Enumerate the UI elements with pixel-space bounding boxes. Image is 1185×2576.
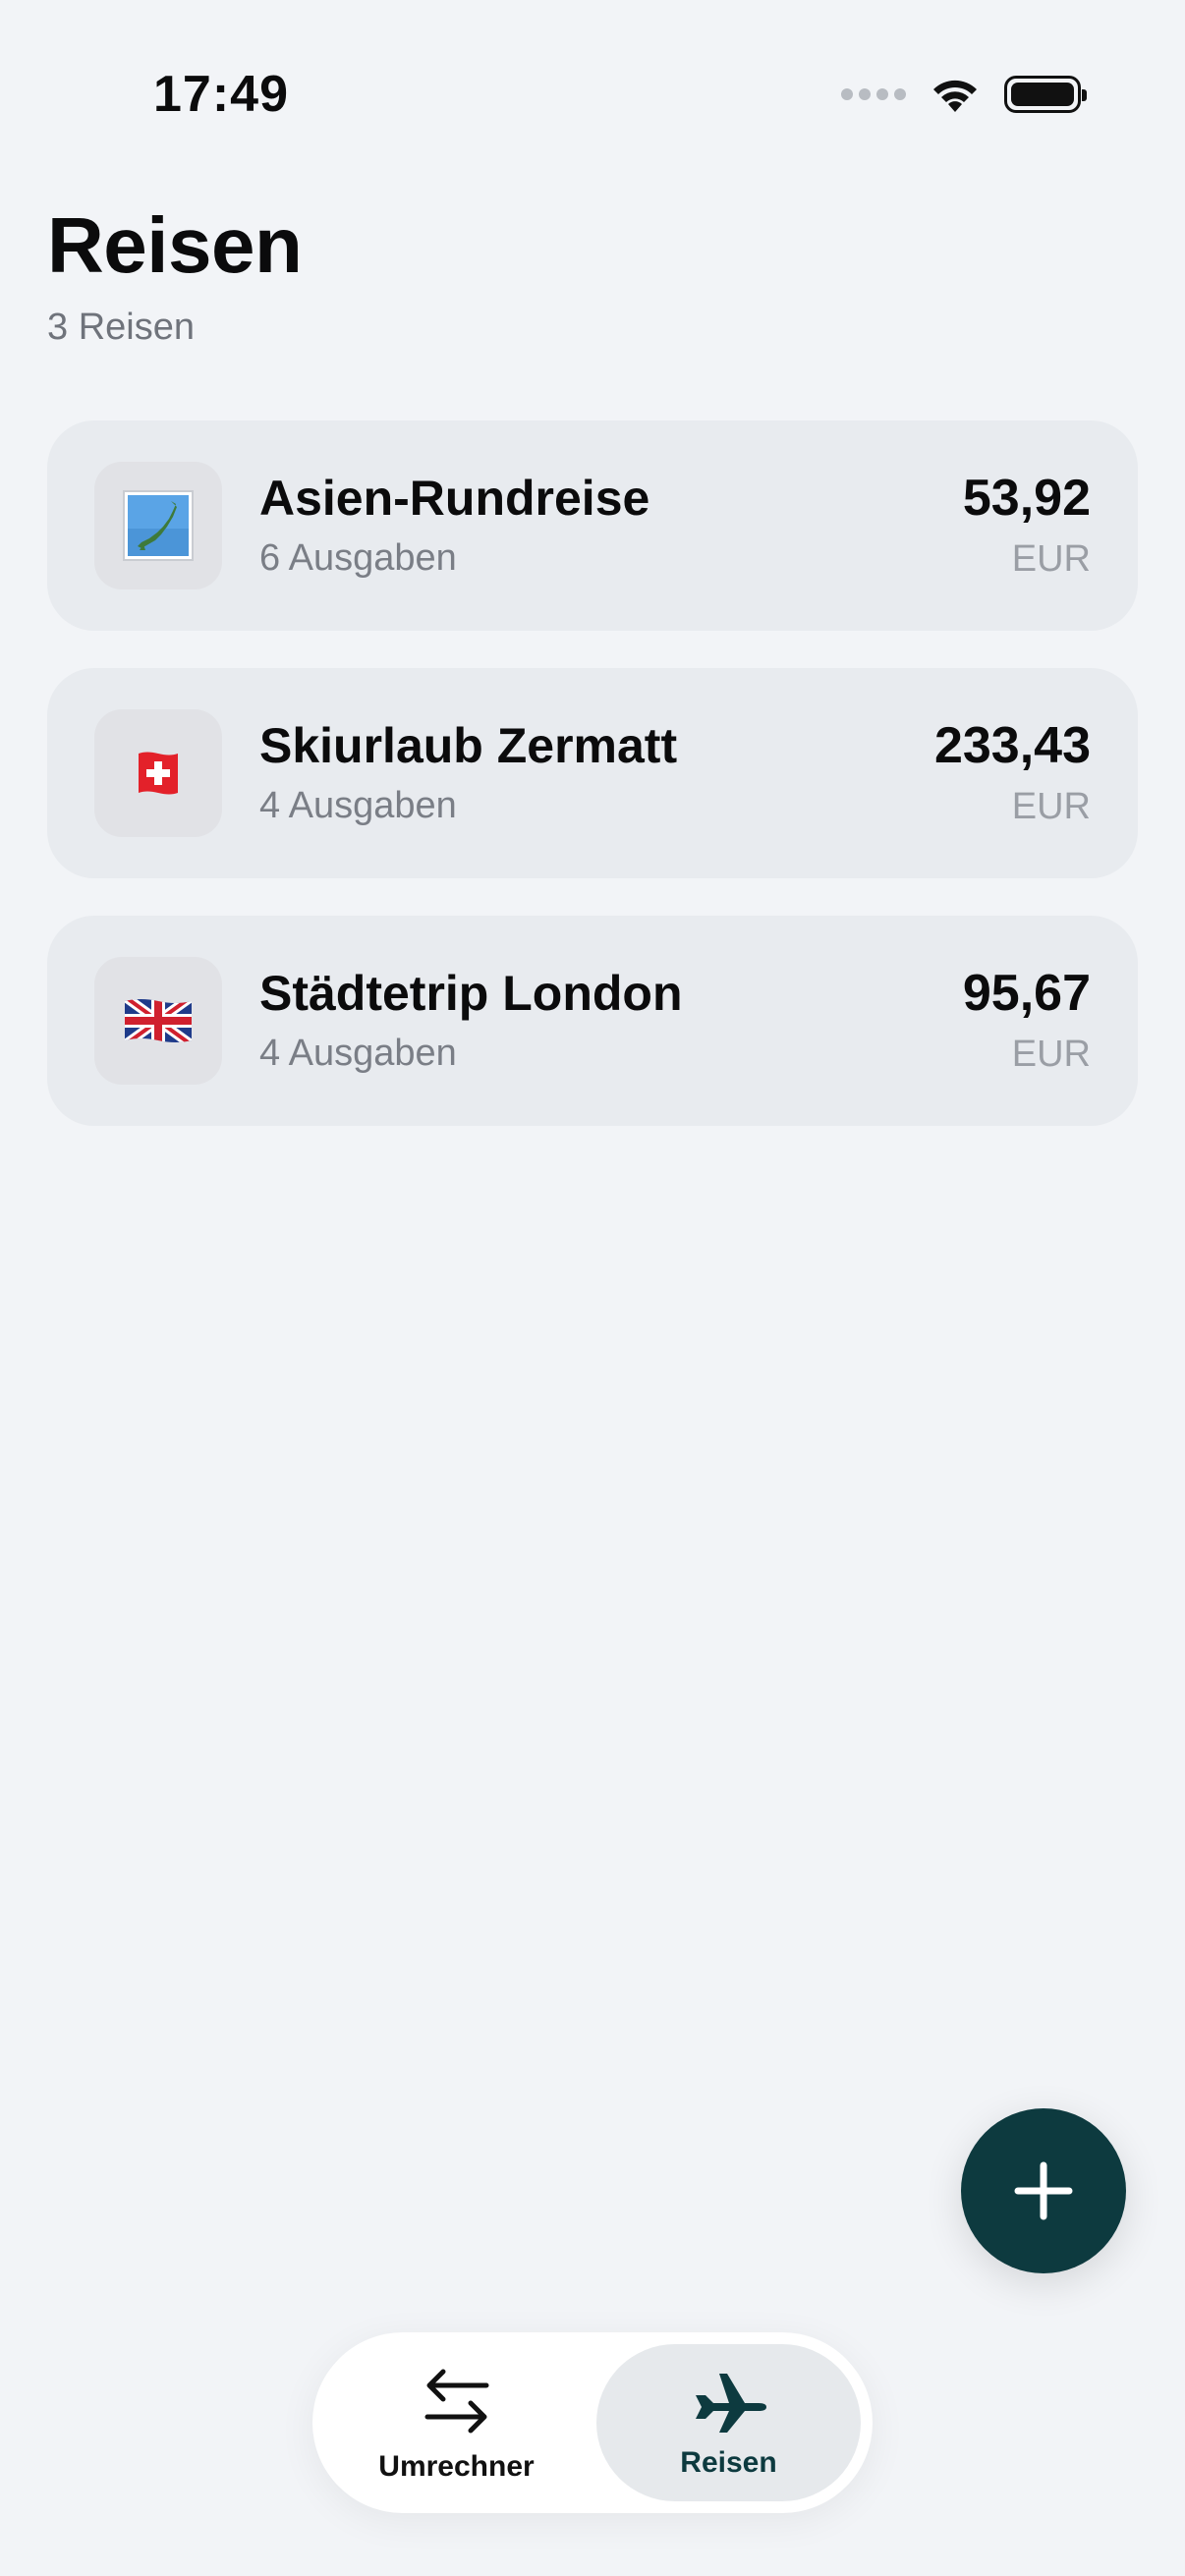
trip-icon [94,709,222,837]
page-subtitle: 3 Reisen [47,307,195,348]
trip-expense-count: 4 Ausgaben [259,1033,457,1074]
plus-icon [1014,2161,1073,2220]
tab-label: Umrechner [378,2450,535,2483]
status-bar: 17:49 [0,0,1185,157]
trip-name: Städtetrip London [259,966,683,1021]
tab-bar: Umrechner Reisen [312,2332,873,2513]
status-icons [841,71,1087,118]
status-time: 17:49 [153,66,289,123]
airplane-icon [695,2374,766,2433]
page-title: Reisen [47,201,303,289]
trip-currency: EUR [1011,1034,1091,1076]
arrows-exchange-icon [424,2369,488,2434]
cellular-signal-icon [841,88,906,100]
uk-flag-icon [125,999,192,1042]
trip-name: Asien-Rundreise [259,471,650,526]
trip-total-amount: 233,43 [933,716,1091,774]
trip-total-amount: 95,67 [962,964,1091,1022]
trip-icon [94,462,222,589]
trip-card-london[interactable]: Städtetrip London 4 Ausgaben 95,67 EUR [47,916,1138,1126]
japan-map-icon [123,490,194,561]
trip-currency: EUR [1011,538,1091,581]
page-header: Reisen 3 Reisen [47,201,303,349]
trip-card-asien[interactable]: Asien-Rundreise 6 Ausgaben 53,92 EUR [47,420,1138,631]
tab-label: Reisen [680,2446,777,2479]
trip-expense-count: 4 Ausgaben [259,785,457,826]
trip-currency: EUR [1011,786,1091,828]
wifi-icon [933,80,977,112]
switzerland-flag-icon [139,752,178,795]
tab-umrechner[interactable]: Umrechner [324,2344,589,2501]
add-trip-button[interactable] [961,2108,1126,2273]
battery-icon [1004,76,1087,113]
trip-card-zermatt[interactable]: Skiurlaub Zermatt 4 Ausgaben 233,43 EUR [47,668,1138,878]
trip-expense-count: 6 Ausgaben [259,537,457,579]
trip-list: Asien-Rundreise 6 Ausgaben 53,92 EUR Ski… [47,420,1138,1126]
tab-reisen[interactable]: Reisen [596,2344,861,2501]
trip-total-amount: 53,92 [962,469,1091,527]
trip-icon [94,957,222,1085]
trip-name: Skiurlaub Zermatt [259,718,678,773]
